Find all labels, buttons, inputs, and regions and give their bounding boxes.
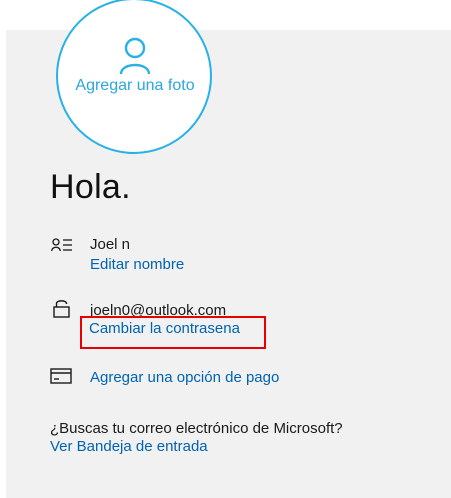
person-icon	[119, 37, 151, 75]
greeting-heading: Hola.	[50, 168, 131, 206]
add-payment-link[interactable]: Agregar una opción de pago	[90, 369, 279, 386]
account-name: Joel n	[90, 236, 131, 253]
edit-name-link[interactable]: Editar nombre	[90, 256, 184, 273]
mail-question: ¿Buscas tu correo electrónico de Microso…	[50, 420, 343, 437]
lock-icon	[53, 300, 70, 318]
add-photo-label[interactable]: Agregar una foto	[64, 77, 206, 95]
avatar-area: Agregar una foto	[0, 0, 451, 160]
contact-card-icon	[51, 238, 72, 252]
highlight-box	[80, 316, 266, 349]
credit-card-icon	[50, 368, 72, 384]
inbox-link[interactable]: Ver Bandeja de entrada	[50, 438, 208, 455]
